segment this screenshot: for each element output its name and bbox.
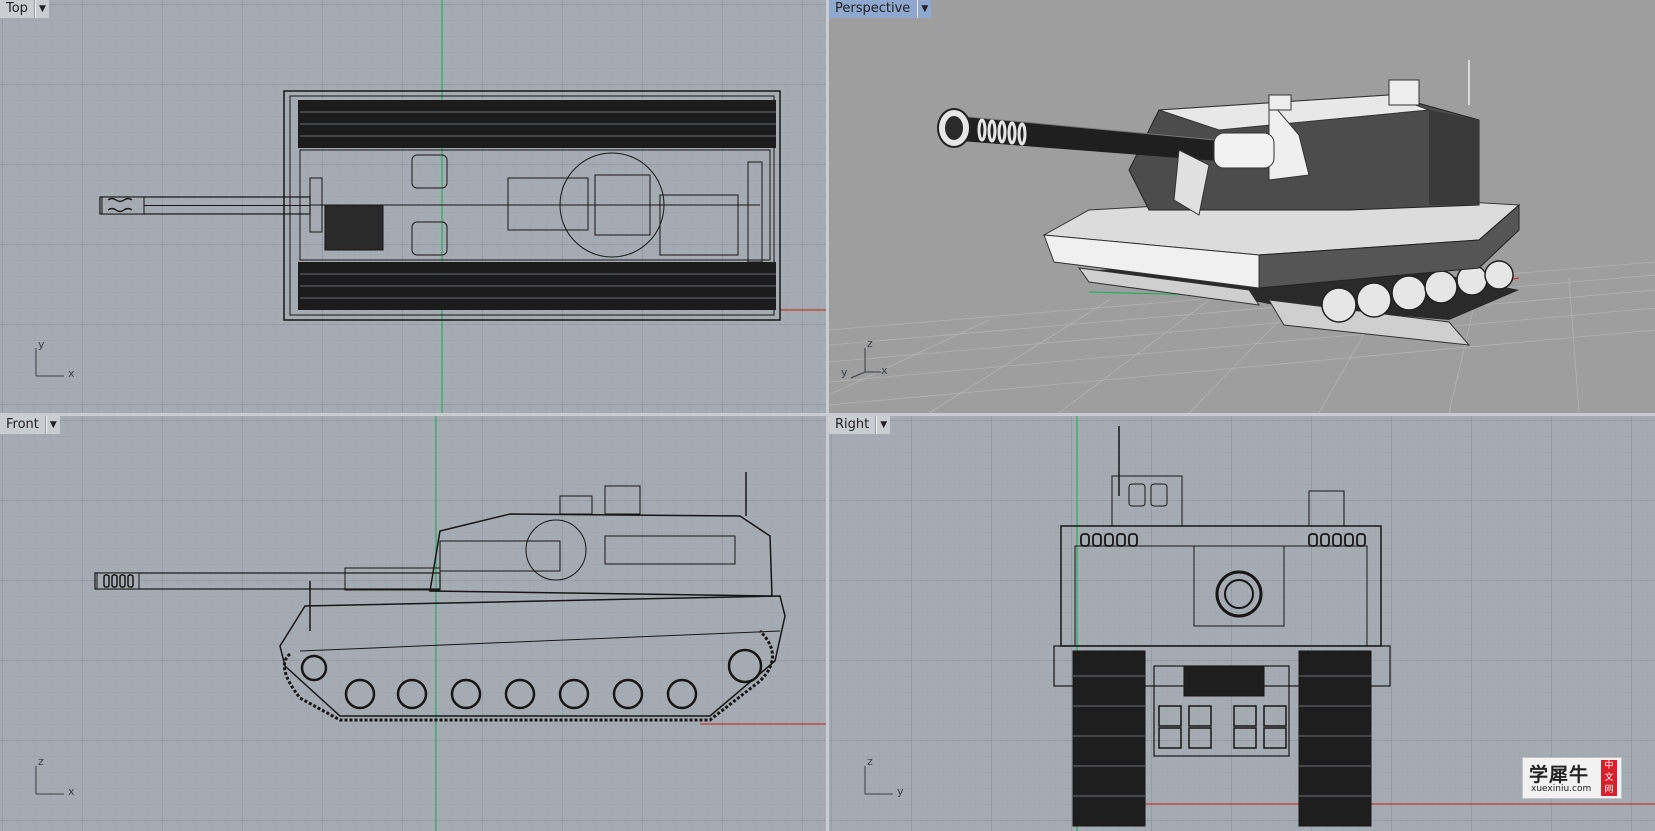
top-viewport-canvas xyxy=(0,0,826,413)
axis-label-x: x xyxy=(68,785,75,798)
watermark-chinese: 学犀牛 xyxy=(1529,764,1590,786)
axis-label-z: z xyxy=(867,755,873,768)
badge-char: 中 xyxy=(1604,761,1614,771)
viewport-top[interactable]: Top ▼ y x xyxy=(0,0,826,413)
viewport-title[interactable]: Right xyxy=(829,416,877,434)
axis-label-y: y xyxy=(841,366,848,379)
viewport-title[interactable]: Front xyxy=(0,416,46,434)
axis-label-y: y xyxy=(38,338,45,351)
axis-label-y: y xyxy=(897,785,904,798)
viewport-tab-top[interactable]: Top ▼ xyxy=(0,0,49,18)
viewport-tab-perspective[interactable]: Perspective ▼ xyxy=(829,0,932,18)
chevron-down-icon[interactable]: ▼ xyxy=(45,416,60,434)
axis-label-x: x xyxy=(68,367,75,380)
chevron-down-icon[interactable]: ▼ xyxy=(876,416,891,434)
badge-char: 文 xyxy=(1604,773,1614,783)
viewport-perspective[interactable]: Perspective ▼ z y x xyxy=(829,0,1655,413)
chevron-down-icon[interactable]: ▼ xyxy=(34,0,49,18)
viewport-front[interactable]: Front ▼ z x xyxy=(0,416,826,831)
watermark-site: xuexiniu.com xyxy=(1531,784,1592,794)
axis-label-z: z xyxy=(38,755,44,768)
watermark-logo: 学犀牛 xuexiniu.com 中 文 网 xyxy=(1522,757,1622,799)
perspective-viewport-canvas xyxy=(829,0,1655,413)
chevron-down-icon[interactable]: ▼ xyxy=(917,0,932,18)
badge-char: 网 xyxy=(1604,785,1614,795)
viewport-title[interactable]: Perspective xyxy=(829,0,918,18)
front-viewport-canvas xyxy=(0,416,826,831)
axis-label-x: x xyxy=(881,364,888,377)
viewport-title[interactable]: Top xyxy=(0,0,35,18)
watermark-badge: 中 文 网 xyxy=(1601,760,1617,796)
viewport-splitter-horizontal[interactable] xyxy=(0,413,1655,416)
axis-label-z: z xyxy=(867,337,873,350)
viewport-tab-front[interactable]: Front ▼ xyxy=(0,416,60,434)
viewport-tab-right[interactable]: Right ▼ xyxy=(829,416,891,434)
